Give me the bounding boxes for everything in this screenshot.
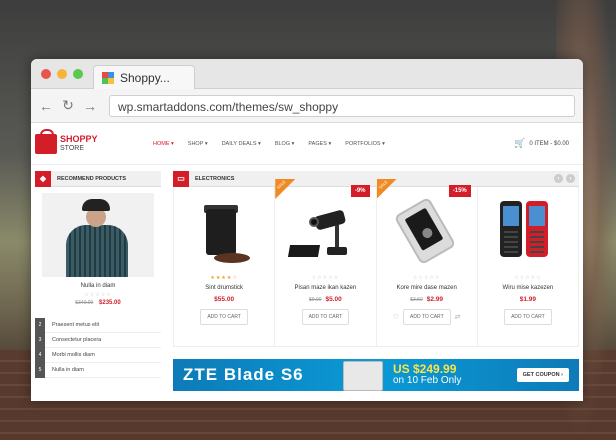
tag-icon: ◆ — [35, 170, 51, 187]
product-image[interactable] — [42, 193, 154, 277]
product-name[interactable]: Pisan maze ikan kazen — [275, 285, 375, 291]
menu-item-blog[interactable]: BLOG ▾ — [275, 141, 295, 147]
electronics-title: ELECTRONICS — [195, 175, 235, 182]
product-card[interactable]: ☆☆☆☆☆ Wiru mise kazezen $1.99 ADD TO CAR… — [478, 187, 578, 346]
shopping-bag-icon — [35, 128, 57, 154]
product-image[interactable] — [184, 199, 264, 269]
banner-price: US $249.99 — [393, 362, 457, 376]
web-page: SHOPPY STORE HOME ▾ SHOP ▾ DAILY DEALS ▾… — [31, 123, 583, 401]
price: $235.00 — [99, 300, 121, 306]
monitor-icon: ▭ — [173, 170, 189, 187]
banner-date: on 10 Feb Only — [393, 375, 462, 386]
price: $5.00 — [325, 296, 342, 303]
site-favicon-icon — [102, 71, 114, 84]
electronics-section: ▭ ELECTRONICS ‹ › ★★★★☆ Sint drumstick $… — [173, 170, 579, 391]
address-bar: ← ↻ → wp.smartaddons.com/themes/sw_shopp… — [31, 89, 583, 123]
list-item[interactable]: 4 Morbi mollis diam — [35, 347, 161, 363]
product-name[interactable]: Sint drumstick — [174, 285, 274, 291]
price: $55.00 — [214, 296, 235, 303]
sale-badge: SALE — [376, 179, 397, 199]
promo-banner[interactable]: ZTE Blade S6 US $249.99 on 10 Feb Only G… — [173, 359, 579, 391]
banner-phone-image — [343, 361, 383, 391]
rating-stars: ★★★★☆ — [210, 275, 238, 281]
rating-stars: ☆☆☆☆☆ — [84, 292, 112, 298]
list-item[interactable]: 2 Praesent metus elit — [35, 317, 161, 333]
recommend-title: RECOMMEND PRODUCTS — [57, 175, 127, 182]
product-name[interactable]: Wiru mise kazezen — [478, 285, 578, 291]
browser-titlebar: Shoppy... — [31, 59, 583, 89]
product-card[interactable]: SALE -9% ☆☆☆☆☆ Pisan maze ikan kazen $9.… — [275, 179, 377, 346]
rating-stars: ☆☆☆☆☆ — [311, 275, 340, 281]
product-card[interactable]: SALE -15% ☆☆☆☆☆ Kore mire dase mazen $3.… — [376, 179, 478, 346]
site-logo[interactable]: SHOPPY STORE — [35, 128, 153, 154]
browser-tab[interactable]: Shoppy... — [93, 65, 195, 89]
sale-badge: SALE — [275, 179, 296, 199]
old-price: $3.50 — [410, 297, 423, 303]
reload-icon[interactable]: ↻ — [61, 97, 75, 113]
product-name[interactable]: Kore mire dase mazen — [377, 285, 477, 291]
product-card[interactable]: ★★★★☆ Sint drumstick $55.00 ADD TO CART — [174, 187, 276, 346]
prev-arrow-icon[interactable]: ‹ — [554, 174, 563, 183]
next-arrow-icon[interactable]: › — [566, 174, 575, 183]
recommend-product-card[interactable]: Nulla in diam ☆☆☆☆☆ $340.00 $235.00 — [35, 187, 161, 306]
recommend-header: ◆ RECOMMEND PRODUCTS — [35, 170, 161, 187]
product-image[interactable] — [285, 199, 365, 269]
add-to-cart-button[interactable]: ADD TO CART — [200, 309, 248, 325]
compare-icon[interactable]: ⇄ — [455, 313, 461, 321]
cart-button[interactable]: 🛒 0 ITEM - $0.00 — [514, 138, 579, 149]
close-window-button[interactable] — [41, 69, 51, 79]
menu-item-portfolios[interactable]: PORTFOLIOS ▾ — [345, 141, 385, 147]
banner-title: ZTE Blade S6 — [183, 365, 304, 384]
menu-item-home[interactable]: HOME ▾ — [153, 141, 174, 147]
cart-icon: 🛒 — [514, 138, 526, 148]
maximize-window-button[interactable] — [73, 69, 83, 79]
menu-item-shop[interactable]: SHOP ▾ — [188, 141, 208, 147]
ranked-list: 2 Praesent metus elit 3 Consectetur placer… — [35, 317, 161, 378]
menu-item-daily-deals[interactable]: DAILY DEALS ▾ — [222, 141, 261, 147]
browser-window: Shoppy... ← ↻ → wp.smartaddons.com/theme… — [31, 59, 583, 401]
old-price: $9.00 — [308, 297, 322, 303]
price: $2.99 — [426, 296, 444, 303]
rating-stars: ☆☆☆☆☆ — [412, 275, 441, 281]
electronics-header: ▭ ELECTRONICS ‹ › — [173, 170, 579, 187]
product-image[interactable] — [387, 196, 467, 269]
logo-line1: SHOPPY — [60, 133, 98, 144]
rating-stars: ☆☆☆☆☆ — [514, 275, 542, 281]
product-grid: ★★★★☆ Sint drumstick $55.00 ADD TO CART … — [173, 179, 579, 347]
tab-title: Shoppy... — [120, 70, 170, 85]
discount-badge: -9% — [350, 185, 370, 197]
main-menu: HOME ▾ SHOP ▾ DAILY DEALS ▾ BLOG ▾ PAGES… — [153, 141, 514, 147]
get-coupon-button[interactable]: GET COUPON › — [516, 368, 569, 382]
url-input[interactable]: wp.smartaddons.com/themes/sw_shoppy — [109, 94, 575, 117]
list-item[interactable]: 3 Consectetur placera — [35, 332, 161, 348]
heart-icon[interactable]: ♡ — [393, 313, 399, 321]
add-to-cart-button[interactable]: ADD TO CART — [301, 309, 350, 325]
discount-badge: -15% — [448, 185, 471, 197]
product-image[interactable] — [488, 199, 568, 269]
list-item[interactable]: 5 Nulla in diam — [35, 362, 161, 378]
menu-item-pages[interactable]: PAGES ▾ — [308, 141, 331, 147]
site-header: SHOPPY STORE HOME ▾ SHOP ▾ DAILY DEALS ▾… — [31, 123, 583, 165]
product-name[interactable]: Nulla in diam — [35, 283, 161, 289]
forward-arrow-icon[interactable]: → — [83, 98, 97, 114]
back-arrow-icon[interactable]: ← — [39, 98, 53, 114]
recommend-sidebar: ◆ RECOMMEND PRODUCTS Nulla in diam ☆☆☆☆☆… — [35, 170, 161, 391]
minimize-window-button[interactable] — [57, 69, 67, 79]
cart-summary: 0 ITEM - $0.00 — [529, 140, 569, 147]
add-to-cart-button[interactable]: ADD TO CART — [504, 309, 552, 325]
price: $1.99 — [519, 296, 537, 303]
logo-line2: STORE — [60, 144, 84, 152]
add-to-cart-button[interactable]: ADD TO CART — [403, 309, 451, 325]
old-price: $340.00 — [75, 300, 94, 306]
